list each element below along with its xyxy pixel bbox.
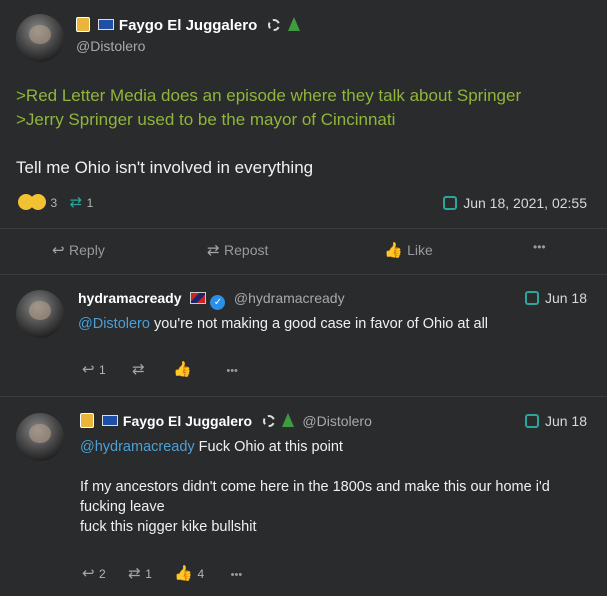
- globe-icon: [524, 414, 539, 428]
- reply-count: 1: [99, 363, 106, 377]
- repost-count: 1: [86, 196, 94, 210]
- handle[interactable]: @Distolero: [76, 38, 145, 54]
- verified-icon: ✓: [210, 295, 226, 310]
- post-body: Tell me Ohio isn't involved in everythin…: [16, 158, 314, 177]
- reply-body-line: fuck this nigger kike bullshit: [80, 519, 257, 535]
- greentext-line: >Jerry Springer used to be the mayor of …: [16, 110, 396, 129]
- reaction-count: 3: [50, 196, 58, 210]
- more-button[interactable]: •••: [533, 240, 546, 254]
- globe-icon: [443, 196, 458, 210]
- reply-date[interactable]: Jun 18: [524, 290, 587, 306]
- more-button[interactable]: •••: [231, 569, 243, 581]
- avatar[interactable]: [16, 290, 64, 338]
- reply-actions: ↩ 2 ⇄ 1 👍 4 •••: [82, 564, 242, 583]
- like-count: 4: [197, 567, 205, 581]
- reply-icon[interactable]: ↩: [82, 361, 95, 378]
- display-name[interactable]: hydramacready: [78, 290, 182, 306]
- reply-button[interactable]: ↩ Reply: [52, 241, 105, 260]
- tree-icon: [281, 413, 294, 427]
- reactions-row: 3 ⇄ 1: [18, 193, 93, 212]
- mention-link[interactable]: @Distolero: [78, 316, 150, 332]
- divider: [0, 228, 607, 229]
- thumbs-up-icon[interactable]: 👍: [173, 361, 192, 378]
- repost-icon[interactable]: ⇄: [128, 565, 141, 582]
- more-button[interactable]: •••: [226, 365, 238, 377]
- beer-icon: [76, 17, 90, 32]
- handle[interactable]: @Distolero: [302, 413, 371, 429]
- greentext-line: >Red Letter Media does an episode where …: [16, 86, 522, 105]
- divider: [0, 396, 607, 397]
- avatar[interactable]: [16, 14, 64, 62]
- flag-icon: [189, 292, 206, 304]
- repost-button[interactable]: ⇄ Repost: [207, 241, 268, 260]
- mention-link[interactable]: @hydramacready: [80, 439, 195, 455]
- reply-body-line: If my ancestors didn't come here in the …: [80, 479, 550, 495]
- repost-count: 1: [145, 567, 152, 581]
- thumbs-up-icon[interactable]: 👍: [174, 565, 193, 582]
- laughing-icon[interactable]: [30, 194, 46, 210]
- repost-icon[interactable]: ⇄: [132, 361, 145, 378]
- display-name[interactable]: Faygo El Juggalero: [119, 17, 257, 34]
- tree-icon: [288, 17, 301, 31]
- reply-actions: ↩ 1 ⇄ 👍 •••: [82, 360, 238, 379]
- reply-body-line: fucking leave: [80, 499, 165, 515]
- reply-body: @hydramacready Fuck Ohio at this point: [80, 439, 343, 455]
- repost-icon[interactable]: ⇄: [70, 194, 83, 211]
- beer-icon: [80, 413, 94, 428]
- ring-icon: [262, 415, 275, 427]
- globe-icon: [524, 291, 539, 305]
- repost-icon: ⇄: [207, 242, 220, 259]
- display-name[interactable]: Faygo El Juggalero: [123, 413, 252, 429]
- reply-icon: ↩: [52, 242, 65, 259]
- handle[interactable]: @hydramacready: [234, 290, 345, 306]
- post-timestamp[interactable]: Jun 18, 2021, 02:55: [443, 195, 587, 211]
- avatar[interactable]: [16, 413, 64, 461]
- divider: [0, 274, 607, 275]
- reply-count: 2: [99, 567, 106, 581]
- reply-icon[interactable]: ↩: [82, 565, 95, 582]
- reply-header: Faygo El Juggalero @Distolero: [80, 413, 372, 431]
- reply-header: hydramacready ✓ @hydramacready: [78, 290, 345, 310]
- reply-date[interactable]: Jun 18: [524, 413, 587, 429]
- reply-body: @Distolero you're not making a good case…: [78, 316, 489, 332]
- flag-icon: [98, 19, 115, 30]
- flag-icon: [102, 415, 119, 426]
- ring-icon: [267, 19, 280, 31]
- like-button[interactable]: 👍 Like: [384, 241, 433, 260]
- post-header: Faygo El Juggalero: [76, 17, 301, 35]
- thread-view: Faygo El Juggalero @Distolero >Red Lette…: [0, 0, 607, 596]
- thumbs-up-icon: 👍: [384, 242, 403, 259]
